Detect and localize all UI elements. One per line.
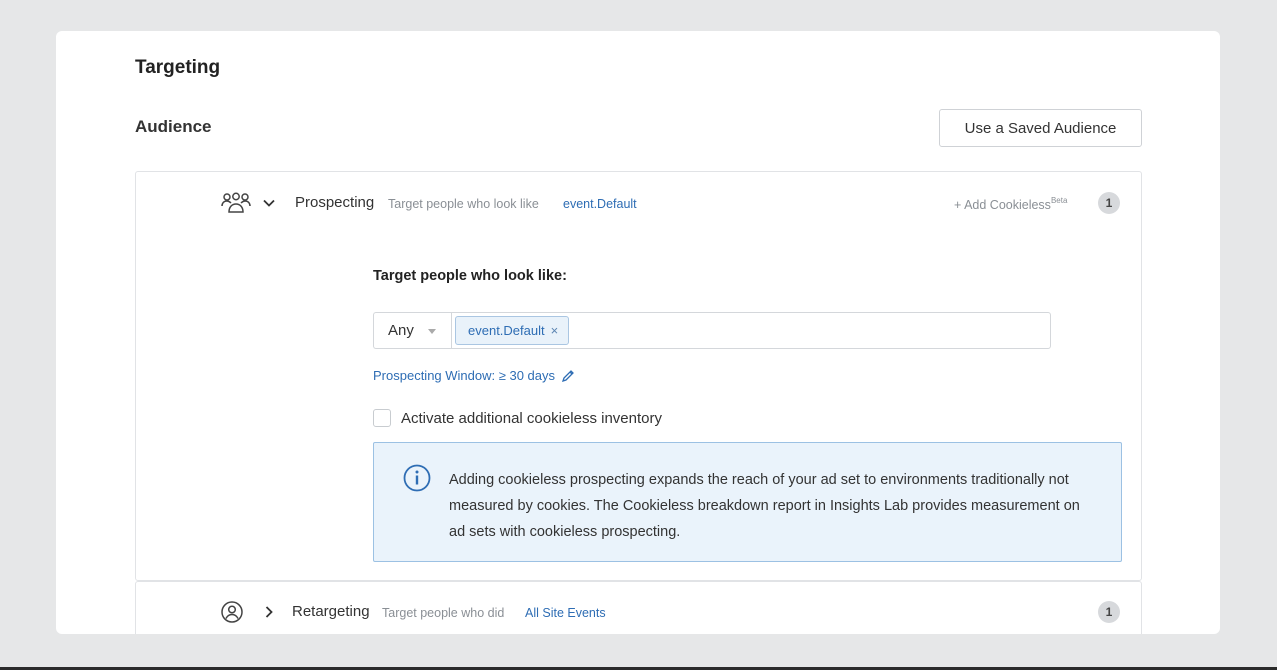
pencil-icon	[561, 369, 574, 382]
beta-label: Beta	[1050, 196, 1068, 205]
info-circle-icon	[403, 464, 431, 492]
prospecting-window-label: Prospecting Window: ≥ 30 days	[373, 368, 555, 383]
lookalike-label: Target people who look like:	[373, 268, 567, 284]
match-any-select[interactable]: Any	[373, 312, 451, 349]
match-select-value: Any	[388, 322, 414, 339]
retargeting-row[interactable]: Retargeting Target people who did All Si…	[135, 581, 1142, 634]
add-cookieless-label: + Add Cookieless	[954, 198, 1051, 212]
prospecting-window-link[interactable]: Prospecting Window: ≥ 30 days	[373, 368, 575, 383]
chevron-down-icon[interactable]	[262, 196, 276, 210]
event-tag-input[interactable]: event.Default ×	[451, 312, 1051, 349]
prospecting-event-link[interactable]: event.Default	[563, 197, 637, 211]
event-tag-label: event.Default	[468, 323, 545, 338]
prospecting-panel: Prospecting Target people who look like …	[135, 171, 1142, 581]
add-cookieless-link[interactable]: + Add CookielessBeta	[954, 196, 1067, 212]
cookieless-checkbox[interactable]	[373, 409, 391, 427]
caret-down-icon	[428, 329, 436, 334]
page-title: Targeting	[135, 57, 221, 78]
prospecting-title: Prospecting	[295, 194, 375, 211]
prospecting-count-badge: 1	[1098, 192, 1120, 214]
prospecting-row-header[interactable]: Prospecting Target people who look like …	[136, 172, 1141, 234]
cookieless-checkbox-row[interactable]: Activate additional cookieless inventory	[373, 409, 662, 427]
prospecting-subtitle: Target people who look like	[388, 197, 539, 211]
remove-tag-icon[interactable]: ×	[551, 323, 559, 338]
retargeting-event-link[interactable]: All Site Events	[525, 606, 606, 620]
people-group-icon	[221, 192, 251, 213]
chevron-right-icon[interactable]	[262, 605, 276, 619]
cookieless-checkbox-label: Activate additional cookieless inventory	[401, 409, 662, 427]
targeting-card: Targeting Audience Use a Saved Audience …	[56, 31, 1220, 634]
info-text: Adding cookieless prospecting expands th…	[449, 472, 1080, 540]
event-tag: event.Default ×	[455, 316, 570, 345]
retargeting-count-badge: 1	[1098, 601, 1120, 623]
audience-title: Audience	[135, 117, 212, 136]
use-saved-audience-button[interactable]: Use a Saved Audience	[939, 109, 1142, 147]
retargeting-title: Retargeting	[292, 603, 370, 620]
cookieless-info-box: Adding cookieless prospecting expands th…	[373, 442, 1122, 562]
person-circle-icon	[221, 601, 243, 623]
retargeting-subtitle: Target people who did	[382, 606, 505, 620]
